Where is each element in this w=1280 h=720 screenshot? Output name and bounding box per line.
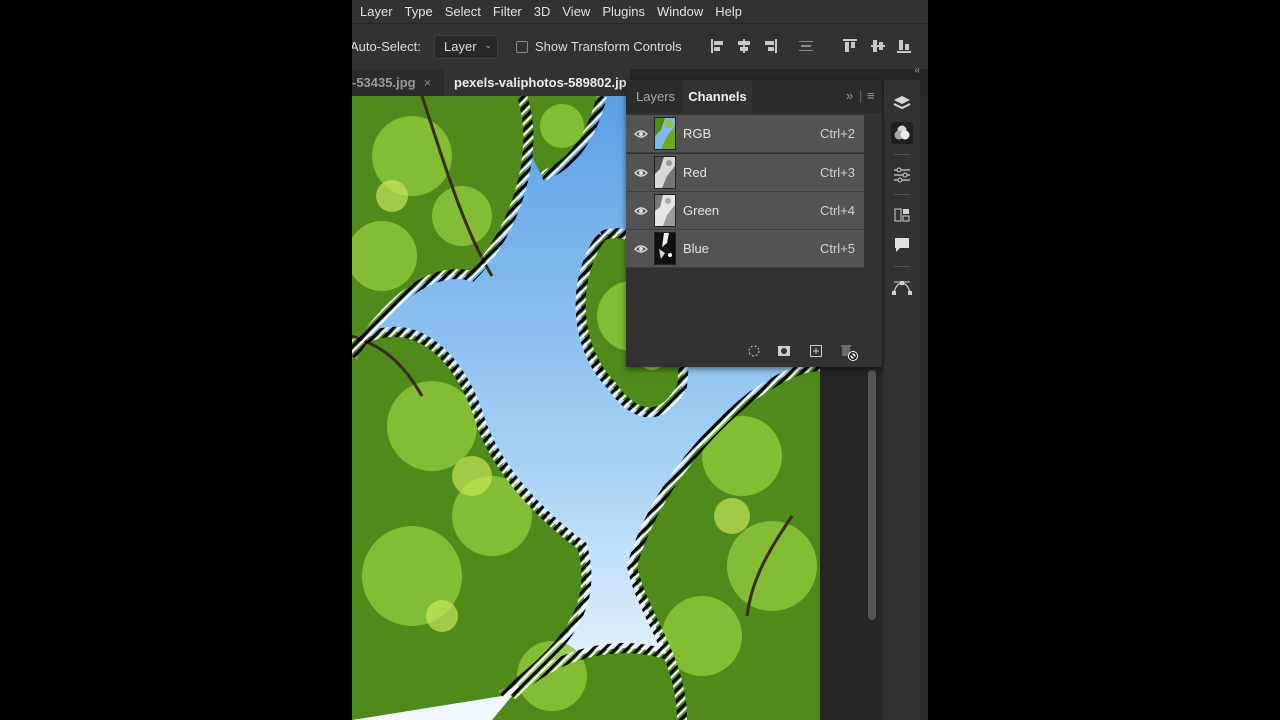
- layers-icon[interactable]: [891, 92, 913, 114]
- channels-icon[interactable]: [891, 122, 913, 144]
- save-selection-icon[interactable]: [777, 344, 791, 358]
- channel-thumbnail: [654, 117, 676, 150]
- channel-row-blue[interactable]: Blue Ctrl+5: [626, 230, 864, 268]
- dock-divider: [894, 266, 910, 267]
- menu-select[interactable]: Select: [439, 4, 487, 19]
- channel-shortcut: Ctrl+5: [819, 241, 855, 256]
- channel-thumbnail: [654, 156, 676, 189]
- menu-help[interactable]: Help: [709, 4, 748, 19]
- show-transform-label: Show Transform Controls: [535, 39, 682, 54]
- tab-channels[interactable]: Channels: [683, 80, 752, 113]
- channel-shortcut: Ctrl+2: [819, 126, 855, 141]
- auto-select-dropdown[interactable]: Layer ⌄: [434, 35, 498, 59]
- menu-window[interactable]: Window: [651, 4, 709, 19]
- channel-name: Green: [683, 203, 720, 218]
- eye-icon[interactable]: [626, 206, 654, 216]
- channel-row-red[interactable]: Red Ctrl+3: [626, 154, 864, 192]
- panel-menu-icon[interactable]: ≡: [867, 88, 875, 103]
- channel-row-green[interactable]: Green Ctrl+4: [626, 192, 864, 230]
- channels-panel: Layers Channels » | ≡ RGB Ctrl+2 Red Ctr…: [626, 80, 882, 367]
- tab-document-1[interactable]: -53435.jpg ×: [352, 69, 444, 96]
- channel-shortcut: Ctrl+4: [819, 203, 855, 218]
- channel-thumbnail: [654, 232, 676, 265]
- properties-icon[interactable]: [891, 204, 913, 226]
- close-icon[interactable]: ×: [424, 75, 432, 90]
- menu-filter[interactable]: Filter: [487, 4, 528, 19]
- menu-layer[interactable]: Layer: [352, 4, 399, 19]
- eye-icon[interactable]: [626, 129, 654, 139]
- menu-view[interactable]: View: [556, 4, 596, 19]
- channel-thumbnail: [654, 194, 676, 227]
- align-center-icon[interactable]: [736, 38, 752, 54]
- comments-icon[interactable]: [891, 234, 913, 256]
- paths-icon[interactable]: [891, 276, 913, 298]
- show-transform-checkbox[interactable]: [516, 41, 528, 53]
- new-channel-icon[interactable]: [809, 344, 823, 358]
- align-left-icon[interactable]: [710, 38, 726, 54]
- channel-name: Red: [683, 165, 707, 180]
- menu-plugins[interactable]: Plugins: [596, 4, 651, 19]
- tab-layers[interactable]: Layers: [636, 89, 675, 104]
- distribute-icon[interactable]: [798, 38, 814, 54]
- align-right-icon[interactable]: [762, 38, 778, 54]
- chevron-down-icon: ⌄: [484, 40, 492, 50]
- menu-type[interactable]: Type: [399, 4, 439, 19]
- channel-name: RGB: [683, 126, 712, 141]
- dock-divider: [894, 154, 910, 155]
- panel-tab-bar: Layers Channels » | ≡: [626, 80, 882, 113]
- adjustments-icon[interactable]: [891, 164, 913, 186]
- auto-select-value: Layer: [444, 39, 477, 54]
- menu-bar: Layer Type Select Filter 3D View Plugins…: [352, 0, 928, 23]
- load-selection-icon[interactable]: [747, 344, 761, 358]
- eye-icon[interactable]: [626, 168, 654, 178]
- auto-select-label: Auto-Select:: [352, 39, 421, 54]
- tab-document-2[interactable]: pexels-valiphotos-589802.jpg: [444, 69, 630, 96]
- options-bar: Auto-Select: Layer ⌄ Show Transform Cont…: [352, 23, 928, 70]
- channel-row-rgb[interactable]: RGB Ctrl+2: [626, 115, 864, 153]
- tab-document-2-label: pexels-valiphotos-589802.jpg: [454, 75, 630, 90]
- channel-shortcut: Ctrl+3: [819, 165, 855, 180]
- tab-document-1-label: -53435.jpg: [352, 75, 416, 90]
- panel-dock: [884, 80, 920, 720]
- photoshop-window: Layer Type Select Filter 3D View Plugins…: [352, 0, 928, 720]
- eye-icon[interactable]: [626, 244, 654, 254]
- delete-channel-icon[interactable]: [840, 344, 858, 361]
- expand-panel-icon[interactable]: »: [846, 88, 853, 103]
- collapse-panels-icon[interactable]: «: [914, 65, 920, 76]
- channel-name: Blue: [683, 241, 710, 256]
- dock-divider: [894, 194, 910, 195]
- panel-divider: |: [859, 88, 863, 103]
- menu-3d[interactable]: 3D: [528, 4, 557, 19]
- channels-panel-footer: [626, 335, 882, 367]
- align-top-icon[interactable]: [842, 38, 858, 54]
- align-bottom-icon[interactable]: [896, 38, 912, 54]
- align-middle-icon[interactable]: [870, 38, 886, 54]
- vertical-scrollbar[interactable]: [868, 370, 876, 620]
